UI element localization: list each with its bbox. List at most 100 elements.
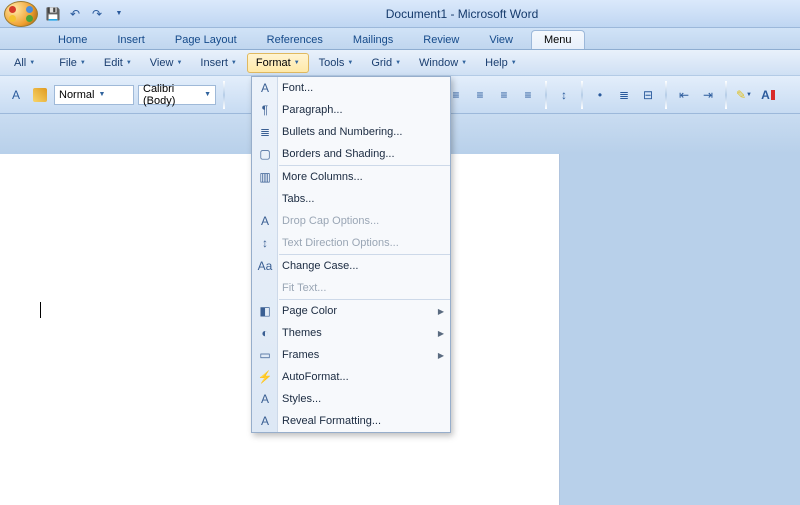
- menu-item-autoformat[interactable]: ⚡ AutoFormat...: [252, 366, 450, 388]
- menu-item-label: Page Color: [282, 305, 337, 317]
- case-icon: Aa: [257, 258, 273, 274]
- toolbar-separator: [545, 81, 547, 109]
- menu-item-label: Fit Text...: [282, 282, 326, 294]
- menu-tools[interactable]: Tools▼: [311, 54, 362, 72]
- office-button[interactable]: [4, 1, 38, 27]
- textdir-icon: ↕: [257, 235, 273, 251]
- menu-item-label: Themes: [282, 327, 322, 339]
- tab-insert[interactable]: Insert: [105, 31, 157, 49]
- menu-help[interactable]: Help▼: [477, 54, 525, 72]
- blank-icon: [257, 280, 273, 296]
- menu-item-label: Frames: [282, 349, 319, 361]
- menu-view[interactable]: View▼: [142, 54, 191, 72]
- align-right-icon[interactable]: ≡: [494, 85, 514, 105]
- tab-references[interactable]: References: [255, 31, 335, 49]
- menu-item-label: Drop Cap Options...: [282, 215, 379, 227]
- tab-home[interactable]: Home: [46, 31, 99, 49]
- menu-item-label: Borders and Shading...: [282, 148, 395, 160]
- numbering-icon[interactable]: ≣: [614, 85, 634, 105]
- multilevel-list-icon[interactable]: ⊟: [638, 85, 658, 105]
- menu-item-drop-cap-options: A Drop Cap Options...: [252, 210, 450, 232]
- menu-format[interactable]: Format▼: [247, 53, 309, 73]
- menu-item-label: Reveal Formatting...: [282, 415, 381, 427]
- menu-item-paragraph[interactable]: ¶ Paragraph...: [252, 99, 450, 121]
- color-icon: ◧: [257, 303, 273, 319]
- menu-file[interactable]: File▼: [51, 54, 94, 72]
- menu-grid[interactable]: Grid▼: [363, 54, 409, 72]
- menu-item-styles[interactable]: A Styles...: [252, 388, 450, 410]
- bullets-icon[interactable]: •: [590, 85, 610, 105]
- menu-item-tabs[interactable]: Tabs...: [252, 188, 450, 210]
- menu-item-font[interactable]: A Font...: [252, 77, 450, 99]
- text-cursor: [40, 302, 41, 318]
- menu-item-fit-text: Fit Text...: [252, 277, 450, 299]
- tab-view[interactable]: View: [477, 31, 525, 49]
- dropcap-icon: A: [257, 213, 273, 229]
- save-icon[interactable]: 💾: [44, 5, 62, 23]
- menu-item-themes[interactable]: ◐ Themes ▶: [252, 322, 450, 344]
- menu-item-frames[interactable]: ▭ Frames ▶: [252, 344, 450, 366]
- menu-item-borders-and-shading[interactable]: ▢Borders and Shading...: [252, 143, 450, 165]
- increase-indent-icon[interactable]: ⇥: [698, 85, 718, 105]
- menu-item-label: Text Direction Options...: [282, 237, 399, 249]
- chevron-down-icon: ▼: [204, 91, 211, 98]
- menu-item-page-color[interactable]: ◧ Page Color ▶: [252, 300, 450, 322]
- styles-icon: A: [257, 391, 273, 407]
- tab-page-layout[interactable]: Page Layout: [163, 31, 249, 49]
- toolbar-separator: [581, 81, 583, 109]
- paragraph-icon: ¶: [257, 102, 273, 118]
- highlight-icon[interactable]: ✎▼: [734, 85, 754, 105]
- undo-icon[interactable]: ↶: [66, 5, 84, 23]
- menu-item-reveal-formatting[interactable]: A Reveal Formatting...: [252, 410, 450, 432]
- menu-item-label: Bullets and Numbering...: [282, 126, 402, 138]
- autoformat-icon: ⚡: [257, 369, 273, 385]
- menu-insert[interactable]: Insert▼: [192, 54, 244, 72]
- menu-item-label: Font...: [282, 82, 313, 94]
- align-center-icon[interactable]: ≡: [470, 85, 490, 105]
- columns-icon: ▥: [257, 169, 273, 185]
- line-spacing-icon[interactable]: ↕: [554, 85, 574, 105]
- toolbar-separator: [725, 81, 727, 109]
- menu-edit[interactable]: Edit▼: [96, 54, 140, 72]
- tab-mailings[interactable]: Mailings: [341, 31, 405, 49]
- style-dropdown-icon[interactable]: A: [6, 85, 26, 105]
- qat-dropdown-icon[interactable]: ▼: [110, 5, 128, 23]
- toolbar-separator: [665, 81, 667, 109]
- menu-item-label: Change Case...: [282, 260, 358, 272]
- bullets-icon: ≣: [257, 124, 273, 140]
- menu-item-text-direction-options: ↕ Text Direction Options...: [252, 232, 450, 254]
- menu-item-more-columns[interactable]: ▥ More Columns...: [252, 166, 450, 188]
- redo-icon[interactable]: ↷: [88, 5, 106, 23]
- decrease-indent-icon[interactable]: ⇤: [674, 85, 694, 105]
- menu-item-change-case[interactable]: Aa Change Case...: [252, 255, 450, 277]
- themes-icon: ◐: [257, 325, 273, 341]
- font-color-icon[interactable]: A: [758, 85, 778, 105]
- menu-item-bullets-and-numbering[interactable]: ≣ Bullets and Numbering...: [252, 121, 450, 143]
- menu-all[interactable]: All▼: [6, 54, 43, 72]
- classic-menu-bar: All▼ File▼ Edit▼ View▼ Insert▼ Format▼ T…: [0, 50, 800, 76]
- menu-item-label: Styles...: [282, 393, 321, 405]
- menu-item-label: AutoFormat...: [282, 371, 349, 383]
- quick-access-toolbar: 💾 ↶ ↷ ▼: [44, 5, 128, 23]
- menu-item-label: Paragraph...: [282, 104, 343, 116]
- menu-item-label: Tabs...: [282, 193, 314, 205]
- tab-menu[interactable]: Menu: [531, 30, 585, 49]
- chevron-down-icon: ▼: [98, 91, 105, 98]
- reveal-icon: A: [257, 413, 273, 429]
- blank-icon: [257, 191, 273, 207]
- font-icon: A: [257, 80, 273, 96]
- window-title: Document1 - Microsoft Word: [128, 7, 796, 21]
- menu-window[interactable]: Window▼: [411, 54, 475, 72]
- submenu-arrow-icon: ▶: [438, 329, 444, 338]
- font-combo-value: Calibri (Body): [143, 83, 200, 107]
- submenu-arrow-icon: ▶: [438, 351, 444, 360]
- ribbon-tab-strip: Home Insert Page Layout References Maili…: [0, 28, 800, 50]
- frames-icon: ▭: [257, 347, 273, 363]
- style-combo[interactable]: Normal ▼: [54, 85, 134, 105]
- justify-icon[interactable]: ≡: [518, 85, 538, 105]
- tab-review[interactable]: Review: [411, 31, 471, 49]
- submenu-arrow-icon: ▶: [438, 307, 444, 316]
- font-combo[interactable]: Calibri (Body) ▼: [138, 85, 216, 105]
- format-painter-icon[interactable]: [30, 85, 50, 105]
- menu-item-label: More Columns...: [282, 171, 363, 183]
